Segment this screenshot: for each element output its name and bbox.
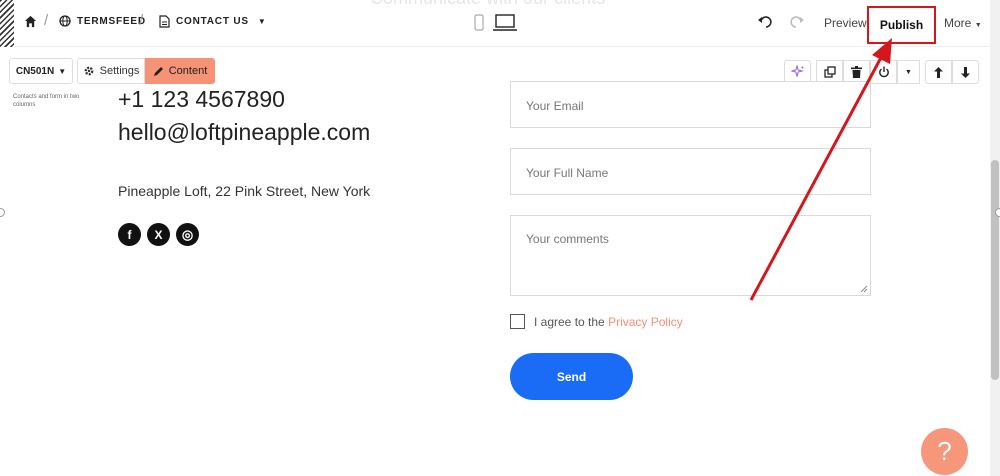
- settings-label: Settings: [99, 65, 140, 77]
- chevron-down-icon: ▼: [257, 17, 267, 26]
- agree-text: I agree to the: [534, 315, 609, 329]
- chevron-down-icon: ▼: [905, 68, 912, 76]
- right-resize-handle[interactable]: [995, 208, 1000, 217]
- full-name-placeholder: Your Full Name: [526, 166, 609, 180]
- help-button[interactable]: ?: [921, 428, 968, 475]
- chevron-down-icon: ▼: [58, 66, 67, 76]
- scrollbar-thumb[interactable]: [991, 160, 999, 380]
- comments-placeholder: Your comments: [526, 232, 609, 246]
- block-description: Contacts and form in two columns: [13, 94, 80, 108]
- privacy-agree-label: I agree to the Privacy Policy: [534, 315, 683, 329]
- contact-phone: +1 123 4567890: [118, 86, 285, 112]
- breadcrumb-site[interactable]: TERMSFEED: [59, 15, 146, 27]
- full-name-field[interactable]: Your Full Name: [510, 148, 871, 195]
- settings-button[interactable]: Settings: [77, 58, 145, 84]
- toggle-visibility-button[interactable]: [870, 60, 897, 84]
- mobile-view-button[interactable]: [474, 14, 484, 36]
- desktop-icon: [493, 14, 517, 31]
- desktop-view-button[interactable]: [493, 14, 517, 37]
- duplicate-icon: [823, 66, 836, 78]
- mobile-icon: [474, 14, 484, 31]
- preview-button[interactable]: Preview: [824, 16, 867, 30]
- resize-handle-icon[interactable]: [860, 285, 868, 293]
- contact-email: hello@loftpineapple.com: [118, 119, 371, 145]
- gear-icon: [84, 66, 94, 76]
- move-down-button[interactable]: [952, 60, 979, 84]
- privacy-checkbox[interactable]: [510, 314, 525, 329]
- top-bar: Communicate with our clients / TERMSFEED…: [0, 0, 990, 47]
- send-button[interactable]: Send: [510, 353, 633, 400]
- left-resize-handle[interactable]: [0, 208, 5, 217]
- block-id-label: CN501N: [15, 65, 55, 77]
- email-field[interactable]: Your Email: [510, 81, 871, 128]
- content-label: Content: [168, 65, 208, 77]
- chevron-down-icon: ▼: [974, 22, 982, 29]
- page-icon: [159, 15, 170, 28]
- home-icon: [24, 15, 37, 28]
- arrow-down-icon: [961, 66, 970, 78]
- facebook-icon[interactable]: f: [118, 223, 141, 246]
- ghost-heading: Communicate with our clients: [370, 0, 605, 9]
- x-icon[interactable]: X: [147, 223, 170, 246]
- trash-icon: [851, 66, 862, 78]
- home-button[interactable]: [24, 15, 43, 28]
- content-button[interactable]: Content: [145, 58, 215, 84]
- email-placeholder: Your Email: [526, 99, 584, 113]
- sparkle-icon: [790, 65, 804, 78]
- publish-button[interactable]: Publish: [867, 6, 936, 44]
- more-label: More: [944, 16, 972, 30]
- breadcrumb-separator: /: [44, 12, 49, 29]
- scrollbar[interactable]: [990, 0, 1000, 476]
- comments-textarea[interactable]: Your comments: [510, 215, 871, 296]
- block-id-dropdown[interactable]: CN501N ▼: [9, 58, 73, 84]
- instagram-icon[interactable]: ◎: [176, 223, 199, 246]
- undo-icon: [758, 16, 772, 28]
- undo-button[interactable]: [758, 15, 772, 34]
- power-icon: [878, 66, 889, 78]
- breadcrumb-separator: /: [139, 12, 144, 29]
- breadcrumb-page[interactable]: CONTACT US ▼: [159, 15, 267, 28]
- pencil-icon: [153, 66, 163, 76]
- privacy-policy-link[interactable]: Privacy Policy: [608, 315, 683, 329]
- redo-icon: [790, 16, 804, 28]
- redo-button[interactable]: [790, 15, 804, 34]
- more-actions-dropdown[interactable]: ▼: [897, 60, 920, 84]
- arrow-up-icon: [934, 66, 943, 78]
- contact-address: Pineapple Loft, 22 Pink Street, New York: [118, 183, 371, 199]
- breadcrumb-site-label: TERMSFEED: [77, 15, 146, 27]
- breadcrumb-page-label: CONTACT US: [176, 16, 249, 27]
- zigzag-decoration: [0, 0, 14, 47]
- move-up-button[interactable]: [925, 60, 952, 84]
- globe-icon: [59, 15, 71, 27]
- more-menu-button[interactable]: More ▼: [944, 16, 982, 30]
